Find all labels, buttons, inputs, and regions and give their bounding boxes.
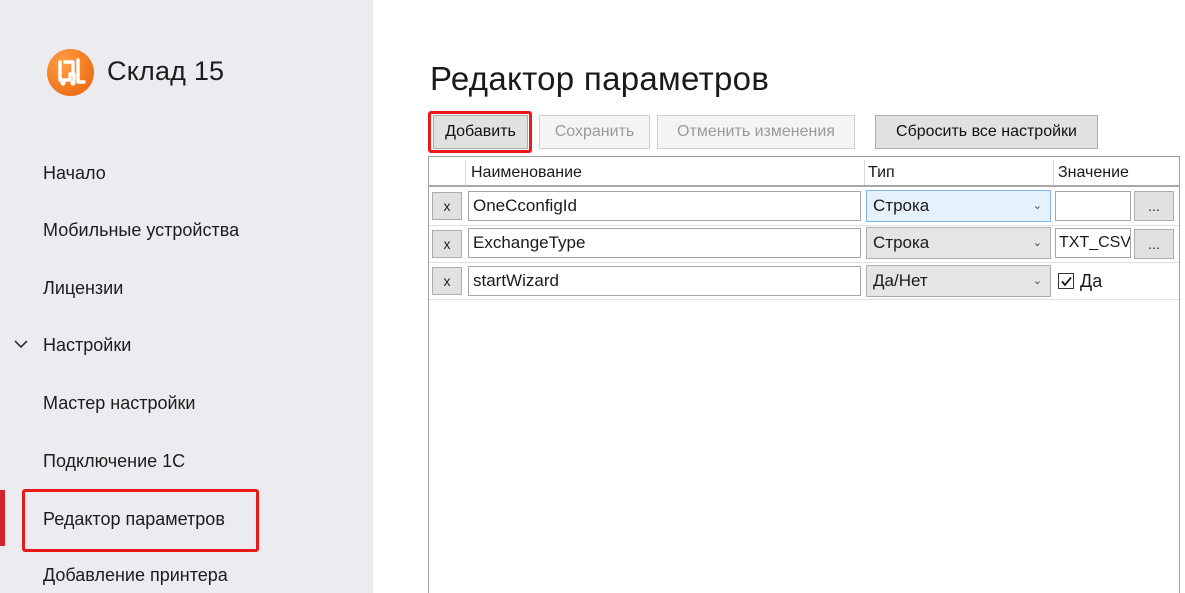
sidebar-item-parameter-editor[interactable]: Редактор параметров xyxy=(43,506,225,532)
delete-row-button[interactable]: x xyxy=(432,267,462,295)
sidebar-item-1c-connection[interactable]: Подключение 1С xyxy=(43,448,185,474)
chevron-down-icon: ⌄ xyxy=(1032,200,1042,212)
sidebar-item-home[interactable]: Начало xyxy=(43,160,106,186)
chevron-down-icon[interactable] xyxy=(12,337,30,351)
parameter-type-value: Строка xyxy=(873,233,930,252)
delete-row-button[interactable]: x xyxy=(432,230,462,258)
grid-header-divider xyxy=(429,185,1179,187)
parameter-value-input[interactable]: TXT_CSV xyxy=(1055,228,1131,258)
row-divider xyxy=(429,225,1179,226)
sidebar-item-setup-wizard[interactable]: Мастер настройки xyxy=(43,390,195,416)
app-title: Склад 15 xyxy=(107,56,225,86)
parameter-type-value: Строка xyxy=(873,196,930,215)
column-header-value[interactable]: Значение xyxy=(1058,160,1129,186)
parameter-name-input[interactable]: ExchangeType xyxy=(468,228,861,258)
sidebar-item-mobile-devices[interactable]: Мобильные устройства xyxy=(43,217,239,243)
row-divider xyxy=(429,299,1179,300)
add-button[interactable]: Добавить xyxy=(433,115,528,149)
browse-value-button[interactable]: ... xyxy=(1134,229,1174,259)
column-header-type[interactable]: Тип xyxy=(868,160,895,186)
parameters-grid xyxy=(428,156,1180,593)
parameter-value-input[interactable] xyxy=(1055,191,1131,221)
checkbox-label[interactable]: Да xyxy=(1080,270,1102,292)
cancel-changes-button[interactable]: Отменить изменения xyxy=(657,115,855,149)
page-title: Редактор параметров xyxy=(430,60,770,97)
delete-row-button[interactable]: x xyxy=(432,192,462,220)
sidebar-item-settings[interactable]: Настройки xyxy=(43,332,131,358)
column-separator xyxy=(1053,160,1054,186)
forklift-logo-icon xyxy=(47,49,94,96)
save-button[interactable]: Сохранить xyxy=(539,115,650,149)
checkmark-icon xyxy=(1061,276,1072,287)
active-indicator xyxy=(0,490,5,546)
row-divider xyxy=(429,262,1179,263)
parameter-type-select[interactable]: Да/Нет ⌄ xyxy=(866,265,1051,297)
parameter-name-input[interactable]: startWizard xyxy=(468,266,861,296)
chevron-down-icon: ⌄ xyxy=(1032,237,1042,249)
column-header-name[interactable]: Наименование xyxy=(471,160,582,186)
parameter-name-input[interactable]: OneCconfigId xyxy=(468,191,861,221)
sidebar-item-licenses[interactable]: Лицензии xyxy=(43,275,123,301)
column-separator xyxy=(864,160,865,186)
reset-settings-button[interactable]: Сбросить все настройки xyxy=(875,115,1098,149)
parameter-type-select[interactable]: Строка ⌄ xyxy=(866,227,1051,259)
sidebar-item-add-printer[interactable]: Добавление принтера xyxy=(43,562,228,588)
parameter-type-select[interactable]: Строка ⌄ xyxy=(866,190,1051,222)
chevron-down-icon: ⌄ xyxy=(1032,275,1042,287)
sidebar: Склад 15 Начало Мобильные устройства Лиц… xyxy=(0,0,373,593)
parameter-value-checkbox[interactable] xyxy=(1058,273,1074,289)
column-separator xyxy=(465,160,466,186)
parameter-type-value: Да/Нет xyxy=(873,271,928,290)
browse-value-button[interactable]: ... xyxy=(1134,191,1174,221)
